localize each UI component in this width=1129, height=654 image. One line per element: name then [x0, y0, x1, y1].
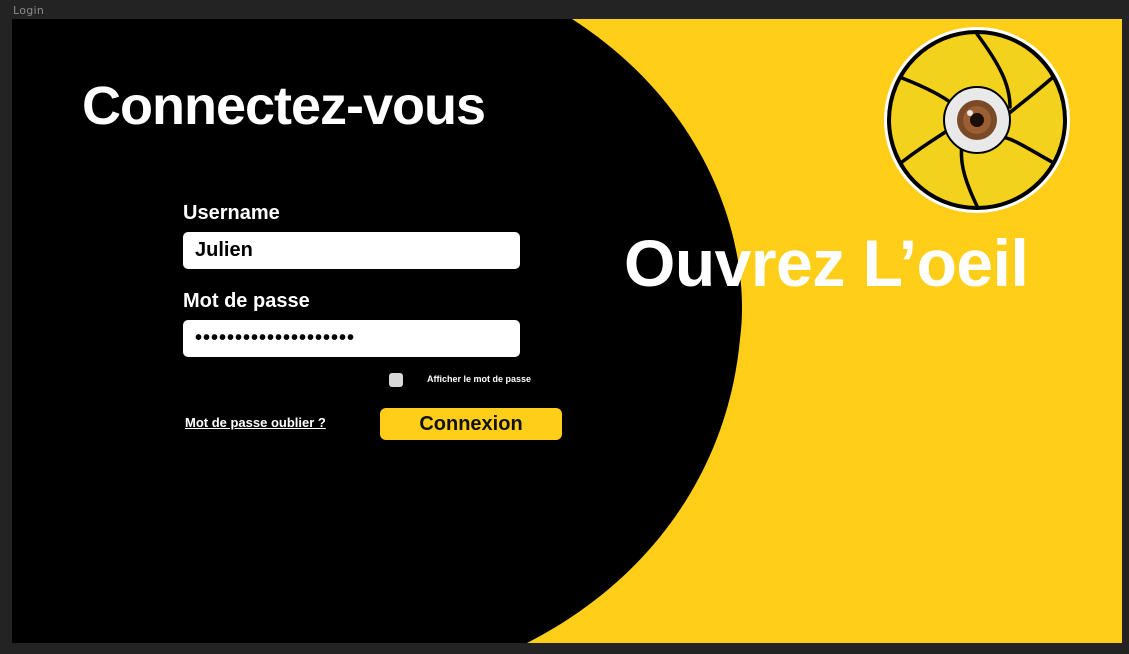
show-password-label: Afficher le mot de passe	[427, 374, 532, 384]
tagline: Ouvrez L’oeil	[624, 226, 1029, 300]
password-input[interactable]	[183, 320, 520, 357]
forgot-password-link[interactable]: Mot de passe oublier ?	[185, 415, 326, 430]
eye-aperture-icon	[884, 27, 1070, 213]
login-button[interactable]: Connexion	[380, 408, 562, 440]
page-title: Connectez-vous	[82, 76, 486, 136]
show-password-checkbox[interactable]	[389, 373, 403, 387]
password-label: Mot de passe	[183, 290, 310, 312]
login-screen: Connectez-vous Username Mot de passe Aff…	[12, 19, 1122, 643]
username-input[interactable]	[183, 232, 520, 269]
username-label: Username	[183, 202, 280, 224]
window-title: Login	[13, 4, 45, 17]
